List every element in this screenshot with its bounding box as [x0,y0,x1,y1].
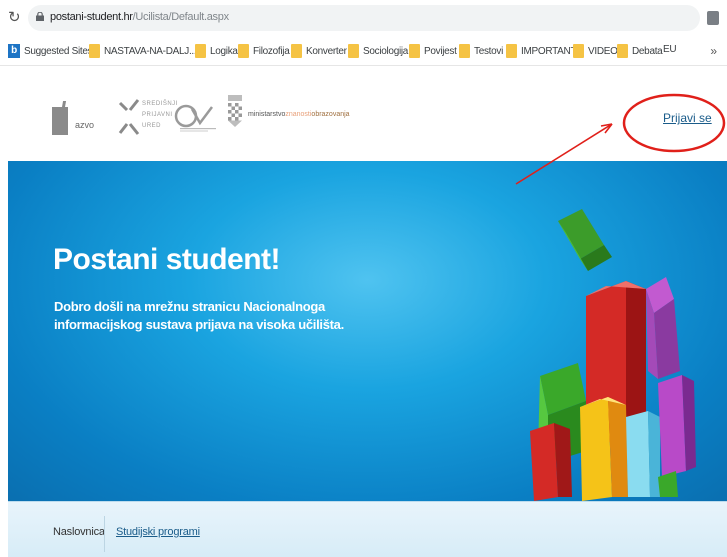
agency-logo-icon[interactable] [172,103,220,133]
sdu-logo[interactable]: SREDIŠNJI PRIJAVNI URED [118,97,177,139]
bookmark-konverter[interactable]: Konverter [291,44,347,58]
login-link[interactable]: Prijavi se [663,111,712,125]
bookmark-label: Povijest [424,45,457,57]
lock-icon[interactable] [36,12,44,21]
folder-icon [573,44,584,58]
purple-block-low [658,375,696,477]
bookmark-important[interactable]: IMPORTANT [506,44,577,58]
bookmark-label: Testovi [474,45,504,57]
folder-icon [409,44,420,58]
bookmark-label: IMPORTANT [521,45,577,57]
bookmark-label: Sociologija [363,45,409,57]
url-text[interactable]: postani-student.hr/Ucilista/Default.aspx [50,11,229,23]
bookmark-testovi[interactable]: Testovi [459,44,503,58]
sdu-mark-icon [118,99,140,135]
hero-text: Dobro došli na mrežnu stranicu Nacionaln… [54,299,344,332]
folder-icon [459,44,470,58]
bookmark-eu[interactable]: EU [663,44,677,55]
bookmark-label: Konverter [306,45,347,57]
folder-icon [617,44,628,58]
bookmark-label: Suggested Sites [24,45,93,57]
purple-block [646,277,680,379]
azvo-logo[interactable]: azvo [52,101,104,135]
nav-item-studijski-programi[interactable]: Studijski programi [116,526,200,538]
folder-icon [195,44,206,58]
bookmark-povijest[interactable]: Povijest [409,44,457,58]
folder-icon [238,44,249,58]
red-block-low [530,423,572,501]
more-bookmarks-icon[interactable]: » [710,44,717,58]
bookmarks-bar: b Suggested Sites NASTAVA-NA-DALJ... Logi… [0,36,727,66]
croatian-crest-icon [228,95,242,127]
bookmark-suggested-sites[interactable]: b Suggested Sites [8,44,93,58]
site-header: azvo SREDIŠNJI PRIJAVNI URED ministarstv… [0,67,727,161]
bookmark-nastava[interactable]: NASTAVA-NA-DALJ... [89,44,197,58]
folder-icon [291,44,302,58]
bookmark-video[interactable]: VIDEO [573,44,618,58]
green-block-top [558,209,612,271]
bookmark-label: VIDEO [588,45,618,57]
nav-item-naslovnica[interactable]: Naslovnica [53,526,105,538]
main-navigation: Naslovnica Studijski programi [8,501,727,557]
folder-icon [89,44,100,58]
reload-icon[interactable]: ↻ [8,8,21,26]
bookmark-debata[interactable]: Debata [617,44,663,58]
yellow-block [580,397,628,501]
nav-divider [104,516,105,552]
folder-icon [348,44,359,58]
ministry-logo[interactable]: ministarstvoznanostiobrazovanja [228,95,350,135]
bookmark-label: NASTAVA-NA-DALJ... [104,45,197,57]
browser-address-row: ↻ postani-student.hr/Ucilista/Default.as… [0,0,727,36]
cyan-block [626,411,660,497]
bing-icon: b [8,44,20,58]
bookmark-label: EU [663,44,677,55]
bookmark-label: Logika [210,45,238,57]
bookmark-logika[interactable]: Logika [195,44,238,58]
colorful-blocks-illustration [530,209,696,501]
hero-title: Postani student! [53,243,281,276]
hero-banner: Postani student! Dobro došli na mrežnu s… [8,161,727,501]
folder-icon [506,44,517,58]
bookmark-label: Debata [632,45,663,57]
bookmark-label: Filozofija [253,45,290,57]
bookmark-filozofija[interactable]: Filozofija [238,44,290,58]
bookmark-sociologija[interactable]: Sociologija [348,44,408,58]
extension-icon[interactable] [707,11,719,25]
